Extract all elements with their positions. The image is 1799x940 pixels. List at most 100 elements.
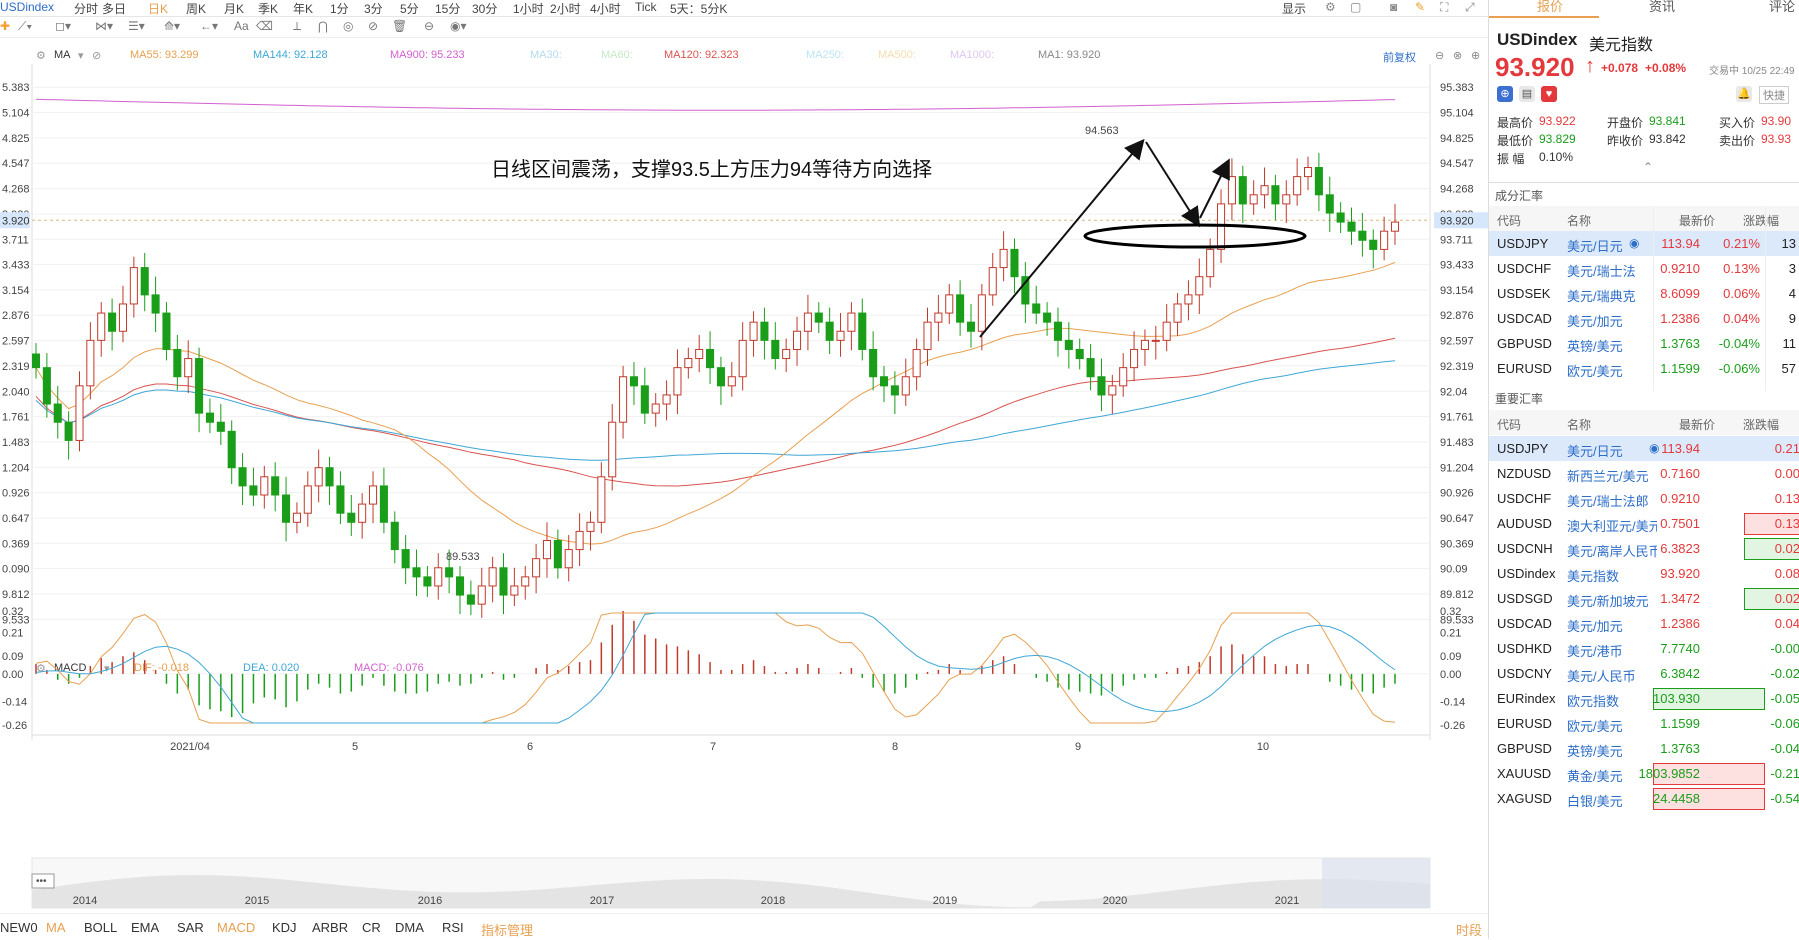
quote-row-usdjpy[interactable]: USDJPY 美元/日元 113.94 0.21 ◉ (1489, 436, 1799, 461)
ma-label[interactable]: MA (54, 49, 71, 61)
fullscreen-icon[interactable]: ⛶ (1440, 0, 1448, 15)
quote-row-usdjpy[interactable]: USDJPY 美元/日元 113.94 0.21% 13 ◉ (1489, 231, 1799, 256)
indicator-8[interactable]: CR (362, 920, 381, 935)
indicator-7[interactable]: ARBR (312, 920, 348, 935)
settings-icon[interactable]: ⚙ (1325, 0, 1336, 14)
lock-icon[interactable]: ◎ (343, 19, 353, 33)
indicator-10[interactable]: RSI (442, 920, 464, 935)
candlestick-chart[interactable]: 5.383 95.383 5.104 95.104 4.825 94.825 4.547 94… (0, 64, 1488, 658)
ma-item-7[interactable]: MA500: (878, 49, 916, 61)
overview-window[interactable] (1322, 858, 1430, 908)
period-tab-5[interactable]: 季K (258, 0, 278, 17)
quote-row-usdchf[interactable]: USDCHF 美元/瑞士法 0.9210 0.13% 3 (1489, 256, 1799, 281)
collapse-icon[interactable]: ⌃ (1643, 160, 1653, 174)
eraser-icon[interactable]: ⌫ (256, 19, 273, 33)
rect-tool-icon[interactable]: ◻▾ (55, 19, 71, 33)
quick-button[interactable]: 快捷 (1759, 86, 1789, 104)
ma-item-8[interactable]: MA1000: (950, 49, 994, 61)
indicator-2[interactable]: BOLL (84, 920, 117, 935)
period-tab-9[interactable]: 5分 (400, 0, 419, 17)
indicator-5[interactable]: MACD (217, 920, 255, 935)
watch-eye-icon[interactable]: ◉ (1649, 441, 1659, 455)
period-tab-13[interactable]: 2小时 (550, 0, 581, 17)
ma-dropdown-icon[interactable]: ▾ (78, 49, 84, 62)
macd-chart[interactable]: 0.32 0.32 0.21 0.21 0.09 0.09 0.00 0.00 -0.14 -0.… (0, 590, 1488, 913)
period-tab-3[interactable]: 周K (186, 0, 206, 17)
quote-row-usdcnh[interactable]: USDCNH 美元/离岸人民币 6.3823 0.02 (1489, 536, 1799, 561)
quote-row-usdsgd[interactable]: USDSGD 美元/新加坡元 1.3472 0.02 (1489, 586, 1799, 611)
pen-icon[interactable]: ✎ (1415, 0, 1425, 14)
chart-close-icon[interactable]: ⊗ (1453, 49, 1462, 62)
component-header-3[interactable]: 涨跌幅 (1743, 212, 1779, 229)
panel-tab-0[interactable]: 报价 (1537, 0, 1563, 15)
ma-item-0[interactable]: MA55: 93.299 (130, 49, 199, 61)
period-tab-14[interactable]: 4小时 (590, 0, 621, 17)
alert-icon[interactable]: 🔔 (1736, 86, 1752, 102)
ma-item-2[interactable]: MA900: 95.233 (390, 49, 465, 61)
ma-hide-icon[interactable]: ⊘ (92, 49, 101, 62)
ma-item-4[interactable]: MA60: (601, 49, 633, 61)
ma-item-3[interactable]: MA30: (530, 49, 562, 61)
ma-item-5[interactable]: MA120: 92.323 (664, 49, 739, 61)
display-menu[interactable]: 显示 (1282, 0, 1306, 17)
period-tab-11[interactable]: 30分 (472, 0, 497, 17)
important-header-3[interactable]: 涨跌幅 (1743, 416, 1779, 433)
indicator-4[interactable]: SAR (177, 920, 204, 935)
chart-add-icon[interactable]: ⊕ (1471, 49, 1480, 62)
expand-icon[interactable]: ⤢ (1465, 0, 1475, 15)
quote-row-xauusd[interactable]: XAUUSD 黄金/美元 1803.9852 -0.21 (1489, 761, 1799, 786)
quote-row-eurusd[interactable]: EURUSD 欧元/美元 1.1599 -0.06% 57 (1489, 356, 1799, 381)
magnet-icon[interactable]: ⋂ (318, 19, 328, 33)
period-tab-6[interactable]: 年K (293, 0, 313, 17)
text-tool[interactable]: Aa (234, 19, 249, 33)
eye-icon[interactable]: ◉▾ (450, 19, 467, 33)
crosshair-icon[interactable]: ✚ (0, 19, 10, 33)
panel-tab-2[interactable]: 评论 (1769, 0, 1795, 15)
quote-row-usdhkd[interactable]: USDHKD 美元/港币 7.7740 -0.00 (1489, 636, 1799, 661)
session-button[interactable]: 时段 (1456, 920, 1482, 939)
layout-icon[interactable]: ▢ (1350, 0, 1361, 14)
quote-row-usdindex[interactable]: USDindex 美元指数 93.920 0.08 (1489, 561, 1799, 586)
watch-eye-icon[interactable]: ◉ (1629, 236, 1639, 250)
period-tab-8[interactable]: 3分 (364, 0, 383, 17)
period-tab-10[interactable]: 15分 (435, 0, 460, 17)
indicator-9[interactable]: DMA (395, 920, 424, 935)
period-tab-2[interactable]: 日K (148, 0, 168, 17)
quote-row-usdcny[interactable]: USDCNY 美元/人民币 6.3842 -0.02 (1489, 661, 1799, 686)
line-tool-icon[interactable]: ⟋▾ (18, 19, 32, 34)
chart-min-icon[interactable]: ⊖ (1435, 49, 1444, 62)
ma-item-9[interactable]: MA1: 93.920 (1038, 49, 1100, 61)
indicator-3[interactable]: EMA (131, 920, 159, 935)
trash-icon[interactable]: 🗑 (392, 19, 407, 33)
quote-row-xagusd[interactable]: XAGUSD 白银/美元 24.4458 -0.54 (1489, 786, 1799, 811)
fib-tool-icon[interactable]: ⋈▾ (95, 19, 113, 33)
ma-item-1[interactable]: MA144: 92.128 (253, 49, 328, 61)
period-tab-12[interactable]: 1小时 (513, 0, 544, 17)
camera-icon[interactable]: ◙ (1390, 0, 1397, 14)
hide-icon[interactable]: ⊘ (368, 19, 378, 33)
period-tab-7[interactable]: 1分 (330, 0, 349, 17)
quote-row-usdsek[interactable]: USDSEK 美元/瑞典克 8.6099 0.06% 4 (1489, 281, 1799, 306)
quote-row-gbpusd[interactable]: GBPUSD 英镑/美元 1.3763 -0.04 (1489, 736, 1799, 761)
indicator-1[interactable]: MA (46, 920, 66, 935)
quote-row-audusd[interactable]: AUDUSD 澳大利亚元/美元 0.7501 0.13 (1489, 511, 1799, 536)
panel-tab-1[interactable]: 资讯 (1649, 0, 1675, 15)
indicator-6[interactable]: KDJ (272, 920, 297, 935)
indicator-0[interactable]: NEW0 (0, 920, 38, 935)
adjust-label[interactable]: 前复权 (1383, 49, 1416, 65)
link-icon[interactable]: ⊖ (424, 19, 434, 33)
quote-row-eurindex[interactable]: EURindex 欧元指数 103.930 -0.05 (1489, 686, 1799, 711)
quote-row-gbpusd[interactable]: GBPUSD 英镑/美元 1.3763 -0.04% 11 (1489, 331, 1799, 356)
quote-row-usdcad[interactable]: USDCAD 美元/加元 1.2386 0.04% 9 (1489, 306, 1799, 331)
globe-icon[interactable]: ⊕ (1497, 86, 1513, 102)
fork-tool-icon[interactable]: ⟰▾ (164, 19, 180, 33)
indicator-11[interactable]: 指标管理 (481, 920, 533, 939)
period-tab-0[interactable]: 分时 (74, 0, 98, 17)
quote-row-nzdusd[interactable]: NZDUSD 新西兰元/美元 0.7160 0.00 (1489, 461, 1799, 486)
ruler-icon[interactable]: ⟂ (293, 19, 301, 34)
ma-item-6[interactable]: MA250: (806, 49, 844, 61)
period-tab-1[interactable]: 多日 (102, 0, 126, 17)
period-tab-16[interactable]: 5天：5分K (670, 0, 727, 17)
quote-row-usdchf[interactable]: USDCHF 美元/瑞士法郎 0.9210 0.13 (1489, 486, 1799, 511)
quote-row-usdcad[interactable]: USDCAD 美元/加元 1.2386 0.04 (1489, 611, 1799, 636)
